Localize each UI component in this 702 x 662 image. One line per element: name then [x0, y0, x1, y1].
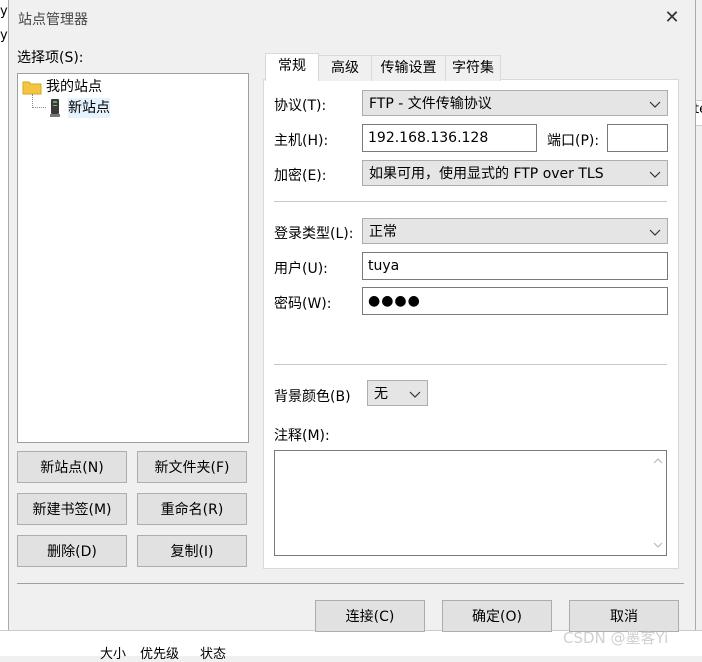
logon-type-value: 正常 — [369, 224, 397, 240]
tab-transfer-settings[interactable]: 传输设置 — [371, 55, 446, 81]
encryption-label: 加密(E): — [274, 168, 327, 184]
logon-type-label: 登录类型(L): — [274, 226, 354, 242]
port-input[interactable] — [607, 124, 668, 152]
server-icon — [50, 99, 60, 117]
connect-button[interactable]: 连接(C) — [315, 600, 425, 632]
host-label: 主机(H): — [274, 133, 329, 149]
tree-item-label: 新站点 — [68, 98, 110, 118]
chevron-down-icon — [649, 101, 661, 108]
tree-connector — [32, 107, 46, 109]
divider — [274, 201, 667, 202]
new-site-button[interactable]: 新站点(N) — [17, 451, 127, 483]
background-color-select[interactable]: 无 — [367, 380, 428, 406]
new-folder-button[interactable]: 新文件夹(F) — [137, 451, 247, 483]
tab-advanced[interactable]: 高级 — [318, 55, 372, 81]
chevron-down-icon — [649, 171, 661, 178]
user-label: 用户(U): — [274, 261, 328, 277]
ok-button[interactable]: 确定(O) — [442, 600, 552, 632]
rename-button[interactable]: 重命名(R) — [137, 493, 247, 525]
comments-label: 注释(M): — [274, 428, 330, 444]
select-entry-label: 选择项(S): — [17, 50, 84, 66]
folder-icon — [22, 81, 42, 95]
background-col-priority: 优先级 — [140, 647, 180, 662]
chevron-down-icon — [649, 229, 661, 236]
background-color-label: 背景颜色(B) — [274, 389, 351, 405]
password-input[interactable]: ●●●● — [362, 287, 668, 315]
password-label: 密码(W): — [274, 296, 332, 312]
scroll-up-icon[interactable] — [653, 457, 663, 465]
close-icon[interactable]: ✕ — [660, 6, 684, 30]
protocol-select[interactable]: FTP - 文件传输协议 — [362, 90, 668, 116]
user-input[interactable]: tuya — [362, 252, 668, 280]
logon-type-select[interactable]: 正常 — [362, 218, 668, 244]
port-label: 端口(P): — [547, 133, 600, 149]
background-col-size: 大小 — [100, 647, 127, 662]
site-tree[interactable]: 我的站点 新站点 — [17, 73, 249, 443]
new-bookmark-button[interactable]: 新建书签(M) — [17, 493, 127, 525]
comments-textarea[interactable] — [274, 450, 667, 556]
tab-general[interactable]: 常规 — [265, 53, 319, 81]
chevron-down-icon — [409, 391, 421, 398]
tree-connector — [32, 94, 34, 108]
watermark: CSDN @墨客Yi — [563, 629, 669, 647]
tree-item-my-sites[interactable]: 我的站点 — [22, 77, 102, 97]
window-title: 站点管理器 — [18, 12, 88, 28]
protocol-value: FTP - 文件传输协议 — [369, 96, 492, 112]
background-col-status: 状态 — [200, 647, 227, 662]
encryption-value: 如果可用，使用显式的 FTP over TLS — [369, 166, 604, 182]
delete-button[interactable]: 删除(D) — [17, 535, 127, 567]
background-color-value: 无 — [374, 386, 388, 402]
footer-divider — [17, 583, 684, 584]
copy-button[interactable]: 复制(I) — [137, 535, 247, 567]
tree-item-new-site[interactable]: 新站点 — [48, 98, 110, 118]
tree-item-label: 我的站点 — [46, 79, 102, 95]
scroll-down-icon[interactable] — [653, 541, 663, 549]
protocol-label: 协议(T): — [274, 98, 327, 114]
host-input[interactable]: 192.168.136.128 — [362, 124, 537, 152]
divider — [274, 364, 667, 365]
background-window-edge: ys ys — [0, 0, 14, 655]
encryption-select[interactable]: 如果可用，使用显式的 FTP over TLS — [362, 160, 668, 186]
tab-charset[interactable]: 字符集 — [445, 55, 501, 81]
